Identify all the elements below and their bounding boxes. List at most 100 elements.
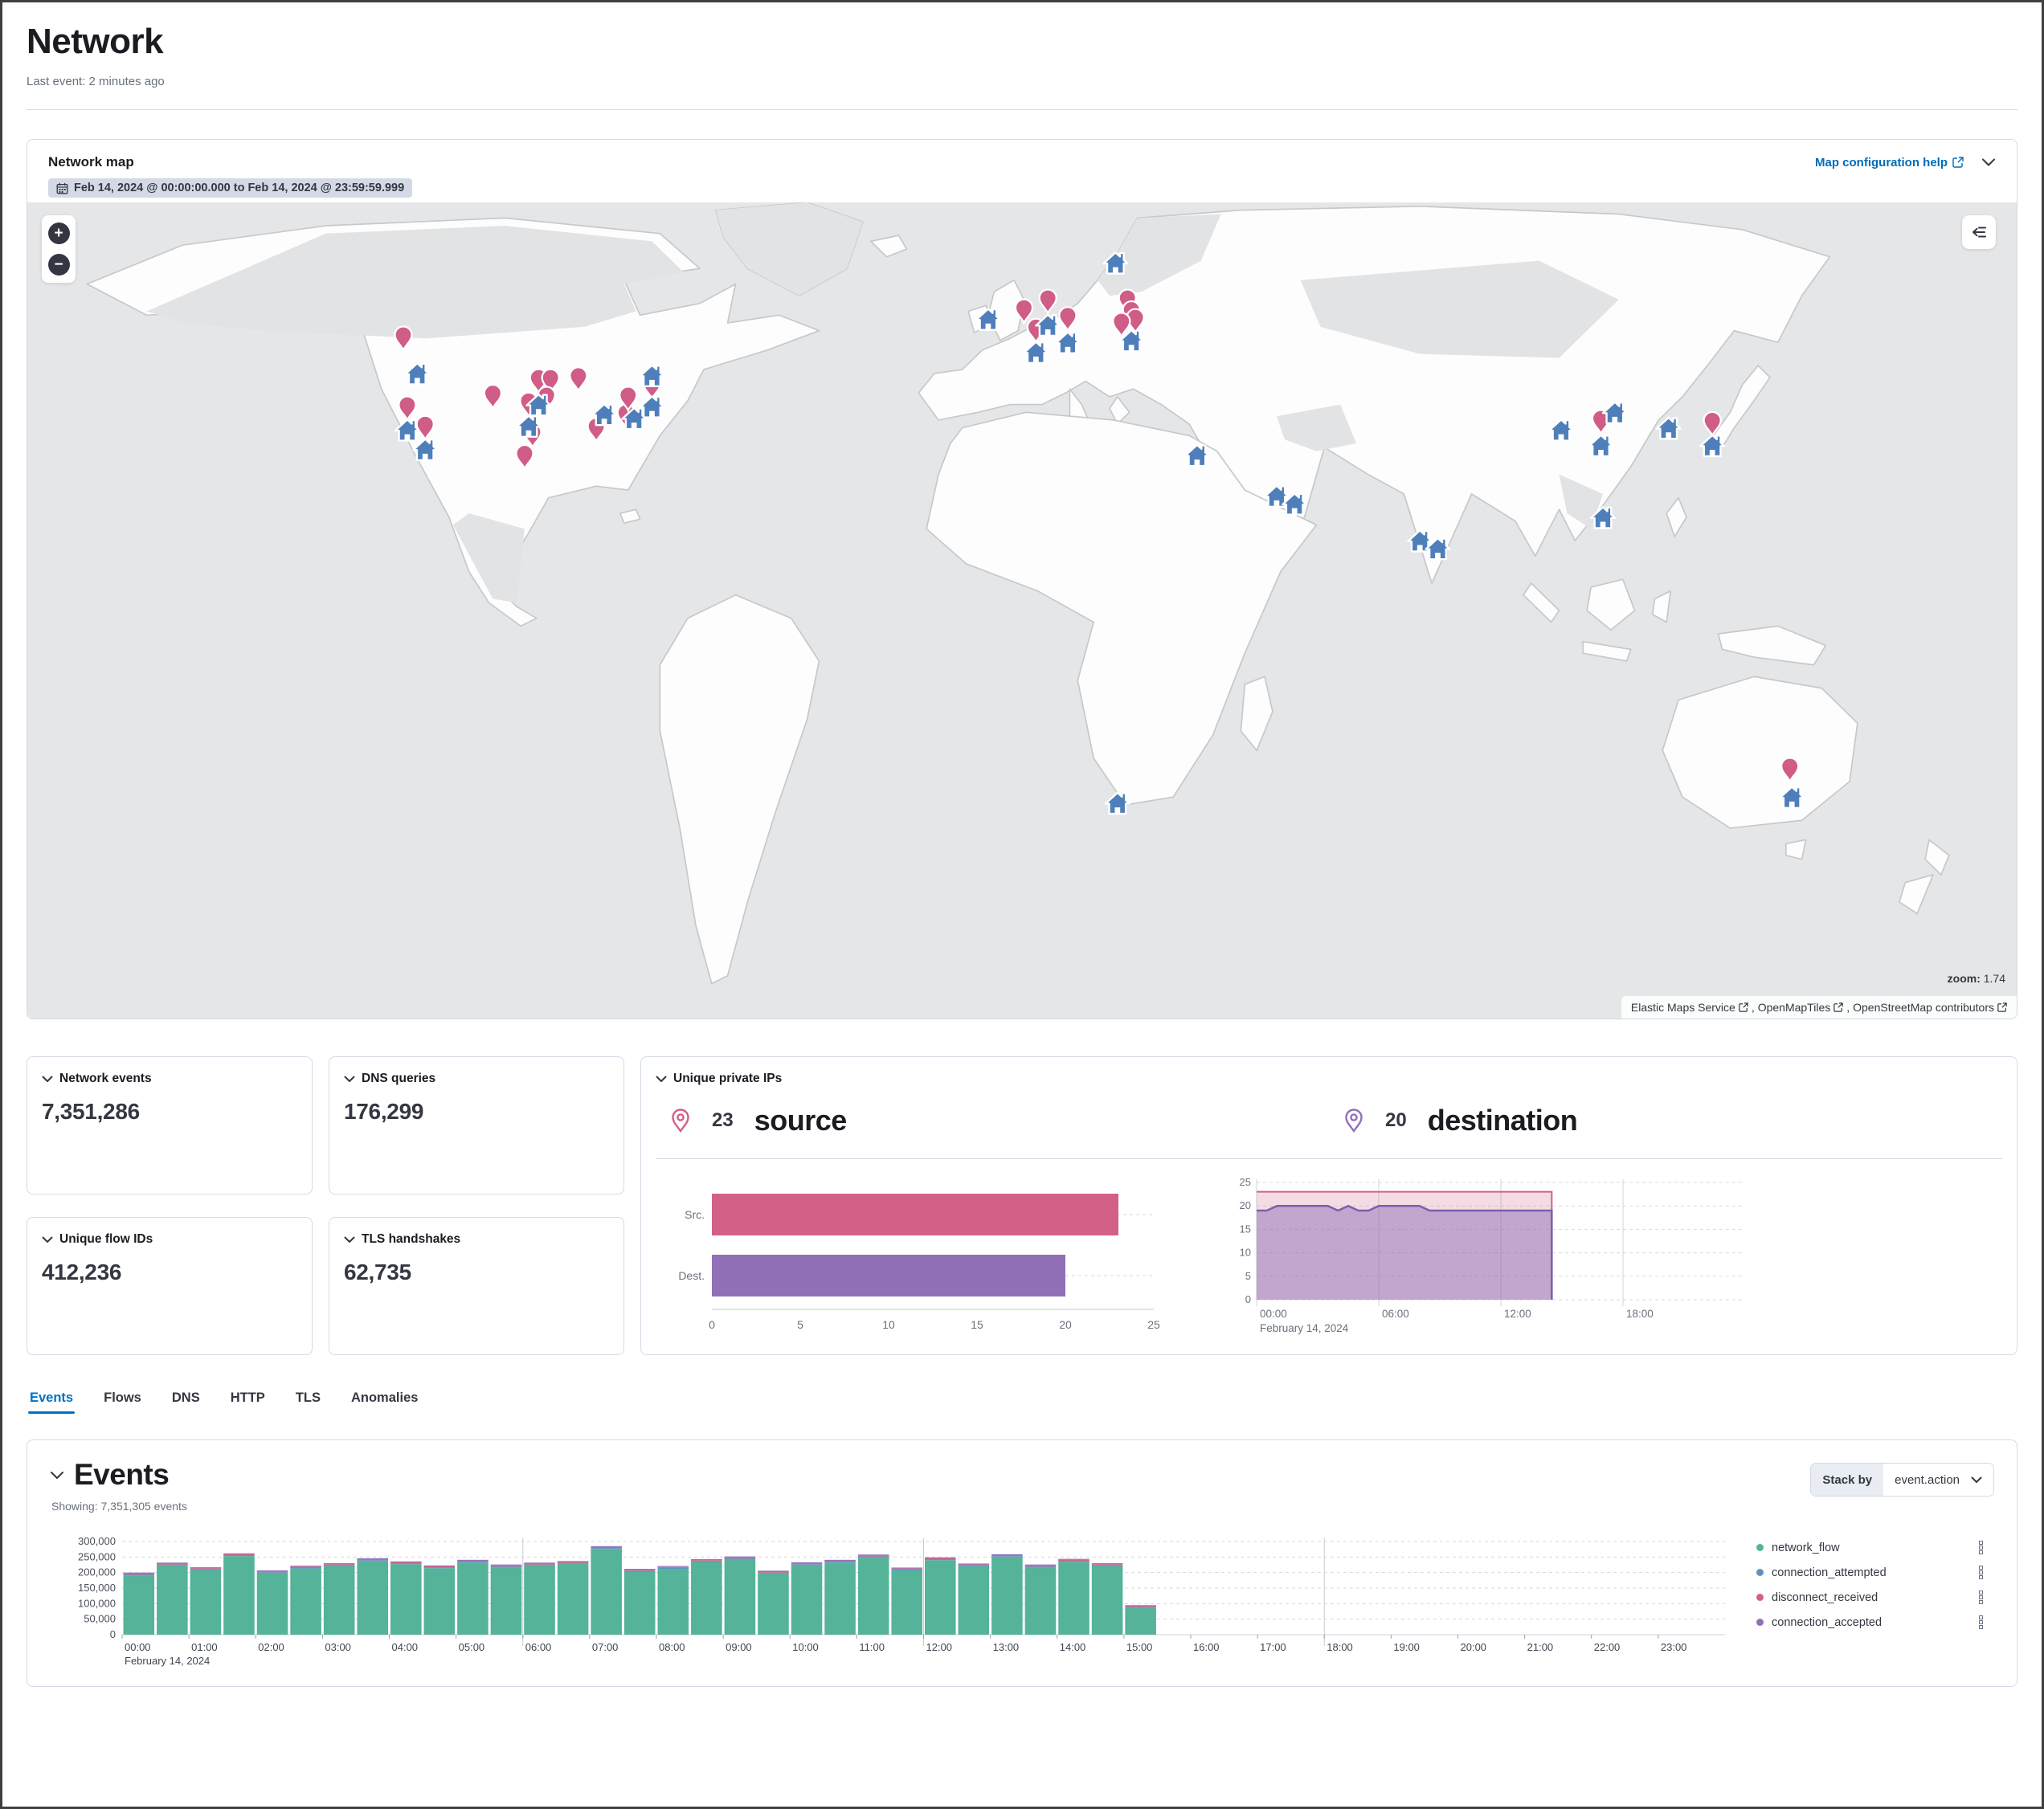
tab-http[interactable]: HTTP — [229, 1387, 267, 1419]
histogram-bar-segment[interactable] — [624, 1570, 656, 1571]
collapse-chevron-icon[interactable] — [344, 1236, 355, 1243]
histogram-bar-segment[interactable] — [824, 1560, 856, 1561]
histogram-bar-segment[interactable] — [691, 1561, 722, 1562]
map-canvas[interactable]: + − zoom: 1.74 Elastic Maps Service , Op… — [27, 202, 2017, 1019]
legend-item-network_flow[interactable]: network_flow — [1756, 1535, 1994, 1560]
histogram-bar-segment[interactable] — [1092, 1566, 1123, 1635]
histogram-bar-segment[interactable] — [658, 1566, 689, 1567]
histogram-bar-segment[interactable] — [725, 1557, 756, 1558]
histogram-bar-segment[interactable] — [257, 1570, 288, 1571]
histogram-bar-segment[interactable] — [457, 1562, 489, 1635]
histogram-bar-segment[interactable] — [157, 1563, 188, 1564]
histogram-bar-segment[interactable] — [891, 1569, 922, 1570]
histogram-bar-segment[interactable] — [524, 1562, 555, 1563]
map-zoom-in-button[interactable]: + — [48, 223, 70, 244]
histogram-bar-segment[interactable] — [758, 1572, 789, 1573]
histogram-bar-segment[interactable] — [1092, 1564, 1123, 1565]
collapse-chevron-icon[interactable] — [50, 1471, 64, 1480]
histogram-bar-segment[interactable] — [1058, 1561, 1089, 1562]
world-map[interactable] — [27, 202, 2017, 1019]
histogram-bar-segment[interactable] — [390, 1563, 422, 1564]
histogram-bar-segment[interactable] — [558, 1563, 589, 1564]
collapse-chevron-icon[interactable] — [344, 1076, 355, 1083]
histogram-bar-segment[interactable] — [758, 1570, 789, 1571]
attribution-link[interactable]: OpenStreetMap contributors — [1853, 1001, 2007, 1014]
histogram-bar-segment[interactable] — [591, 1546, 622, 1547]
histogram-bar-segment[interactable] — [891, 1570, 922, 1635]
histogram-bar-segment[interactable] — [1058, 1562, 1089, 1635]
histogram-bar-segment[interactable] — [959, 1566, 990, 1635]
histogram-bar-segment[interactable] — [1125, 1606, 1156, 1607]
bar-Dest.[interactable] — [712, 1255, 1065, 1297]
stack-by-select[interactable]: event.action — [1883, 1464, 1993, 1496]
tab-tls[interactable]: TLS — [294, 1387, 322, 1419]
tab-flows[interactable]: Flows — [102, 1387, 143, 1419]
map-panel-collapse-chevron[interactable] — [1981, 157, 1996, 167]
histogram-bar-segment[interactable] — [791, 1564, 823, 1565]
histogram-bar-segment[interactable] — [190, 1569, 222, 1570]
histogram-bar-segment[interactable] — [324, 1564, 355, 1565]
histogram-bar-segment[interactable] — [1092, 1565, 1123, 1566]
histogram-bar-segment[interactable] — [758, 1574, 789, 1635]
histogram-bar-segment[interactable] — [624, 1572, 656, 1635]
histogram-bar-segment[interactable] — [824, 1561, 856, 1562]
histogram-bar-segment[interactable] — [824, 1562, 856, 1635]
histogram-bar-segment[interactable] — [124, 1575, 155, 1635]
histogram-bar-segment[interactable] — [858, 1558, 889, 1635]
histogram-bar-segment[interactable] — [324, 1563, 355, 1564]
histogram-bar-segment[interactable] — [190, 1570, 222, 1635]
histogram-bar-segment[interactable] — [791, 1562, 823, 1563]
histogram-bar-segment[interactable] — [524, 1563, 555, 1564]
tab-events[interactable]: Events — [28, 1387, 75, 1419]
histogram-bar-segment[interactable] — [991, 1557, 1023, 1635]
tab-anomalies[interactable]: Anomalies — [350, 1387, 419, 1419]
histogram-bar-segment[interactable] — [457, 1561, 489, 1562]
histogram-bar-segment[interactable] — [1058, 1560, 1089, 1561]
histogram-bar-segment[interactable] — [157, 1565, 188, 1566]
histogram-bar-segment[interactable] — [491, 1565, 522, 1566]
histogram-bar-segment[interactable] — [658, 1569, 689, 1635]
histogram-bar-segment[interactable] — [558, 1564, 589, 1635]
histogram-bar-segment[interactable] — [558, 1562, 589, 1563]
histogram-bar-segment[interactable] — [290, 1567, 321, 1568]
legend-actions-kebab-icon[interactable] — [1979, 1541, 1983, 1554]
histogram-bar-segment[interactable] — [491, 1567, 522, 1635]
histogram-bar-segment[interactable] — [424, 1567, 456, 1568]
histogram-bar-segment[interactable] — [157, 1566, 188, 1635]
histogram-bar-segment[interactable] — [791, 1563, 823, 1564]
attribution-link[interactable]: Elastic Maps Service — [1631, 1001, 1748, 1014]
legend-item-connection_accepted[interactable]: connection_accepted — [1756, 1610, 1994, 1635]
histogram-bar-segment[interactable] — [257, 1573, 288, 1635]
histogram-bar-segment[interactable] — [223, 1555, 255, 1556]
histogram-bar-segment[interactable] — [691, 1560, 722, 1561]
histogram-bar-segment[interactable] — [791, 1565, 823, 1635]
histogram-bar-segment[interactable] — [357, 1558, 388, 1559]
legend-actions-kebab-icon[interactable] — [1979, 1566, 1983, 1579]
histogram-bar-segment[interactable] — [891, 1567, 922, 1568]
histogram-bar-segment[interactable] — [290, 1569, 321, 1635]
histogram-bar-segment[interactable] — [925, 1560, 956, 1635]
histogram-bar-segment[interactable] — [157, 1562, 188, 1563]
histogram-bar-segment[interactable] — [758, 1573, 789, 1574]
histogram-bar-segment[interactable] — [725, 1558, 756, 1559]
collapse-chevron-icon[interactable] — [42, 1236, 53, 1243]
histogram-bar-segment[interactable] — [991, 1554, 1023, 1555]
legend-actions-kebab-icon[interactable] — [1979, 1615, 1983, 1629]
histogram-bar-segment[interactable] — [558, 1561, 589, 1562]
histogram-bar-segment[interactable] — [691, 1559, 722, 1560]
histogram-bar-segment[interactable] — [691, 1562, 722, 1635]
histogram-bar-segment[interactable] — [290, 1566, 321, 1567]
histogram-bar-segment[interactable] — [524, 1566, 555, 1635]
map-layers-toggle-button[interactable] — [1962, 215, 1996, 249]
histogram-bar-segment[interactable] — [257, 1571, 288, 1572]
histogram-bar-segment[interactable] — [959, 1563, 990, 1564]
histogram-bar-segment[interactable] — [1125, 1608, 1156, 1635]
histogram-bar-segment[interactable] — [658, 1568, 689, 1569]
histogram-bar-segment[interactable] — [124, 1573, 155, 1574]
histogram-bar-segment[interactable] — [223, 1554, 255, 1555]
histogram-bar-segment[interactable] — [1125, 1605, 1156, 1606]
legend-item-connection_attempted[interactable]: connection_attempted — [1756, 1560, 1994, 1585]
map-zoom-out-button[interactable]: − — [48, 254, 70, 276]
histogram-bar-segment[interactable] — [324, 1565, 355, 1566]
tab-dns[interactable]: DNS — [170, 1387, 202, 1419]
